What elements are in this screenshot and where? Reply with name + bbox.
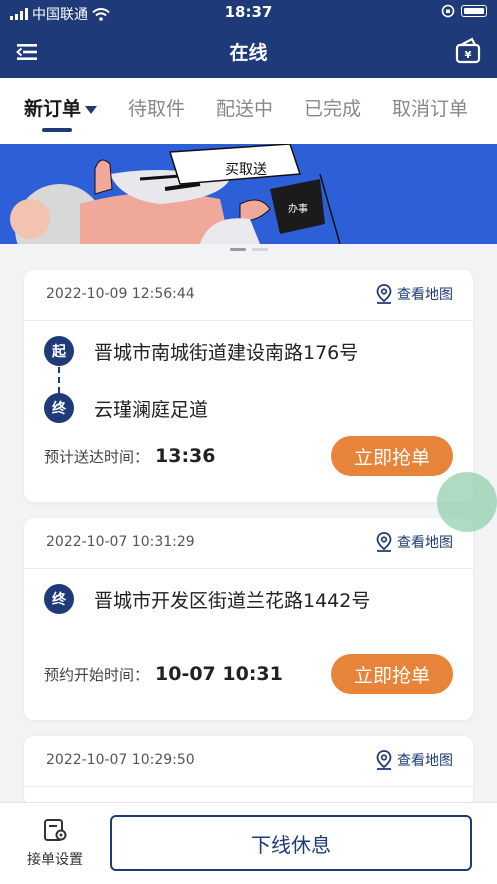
order-card: 2022-10-09 12:56:44 查看地图 起 晋城市南城街道建设南路17… <box>24 270 473 502</box>
bottom-bar: 接单设置 下线休息 <box>0 802 497 884</box>
appointment-time-row: 预约开始时间： 10-07 10:31 <box>44 663 283 685</box>
grab-order-button[interactable]: 立即抢单 <box>331 654 453 694</box>
end-badge: 终 <box>44 584 74 614</box>
status-time: 18:37 <box>224 3 273 21</box>
order-card-header: 2022-10-09 12:56:44 查看地图 <box>24 270 473 321</box>
tab-pending-pickup[interactable]: 待取件 <box>128 94 185 121</box>
order-card: 2022-10-07 10:31:29 查看地图 终 晋城市开发区街道兰花路14… <box>24 518 473 720</box>
settings-icon <box>44 819 67 841</box>
order-card-header: 2022-10-07 10:31:29 查看地图 <box>24 518 473 569</box>
app-header: 中国联通 18:37 在线 ¥ <box>0 0 497 78</box>
order-card-header: 2022-10-07 10:29:50 查看地图 <box>24 736 473 787</box>
tab-completed[interactable]: 已完成 <box>304 94 361 121</box>
wallet-icon[interactable]: ¥ <box>453 36 483 66</box>
order-card: 2022-10-07 10:29:50 查看地图 <box>24 736 473 806</box>
orientation-lock-icon <box>441 4 455 18</box>
delivery-time-row: 预计送达时间： 13:36 <box>44 445 216 467</box>
view-map-link[interactable]: 查看地图 <box>375 284 453 304</box>
map-pin-icon <box>376 750 392 770</box>
navbar: 在线 ¥ <box>0 30 497 74</box>
dropoff-address-row: 终 晋城市开发区街道兰花路1442号 <box>44 584 370 614</box>
grab-order-button[interactable]: 立即抢单 <box>331 436 453 476</box>
view-map-link[interactable]: 查看地图 <box>375 750 453 770</box>
pickup-address: 晋城市南城街道建设南路176号 <box>94 341 359 364</box>
order-settings-label: 接单设置 <box>27 852 83 868</box>
order-settings-button[interactable]: 接单设置 <box>20 817 90 869</box>
banner-flag-text: 办事 <box>288 202 308 215</box>
delivery-time-value: 13:36 <box>155 445 216 467</box>
dropdown-caret-icon <box>85 105 98 114</box>
pager-dot[interactable] <box>229 248 246 251</box>
order-created-time: 2022-10-09 12:56:44 <box>46 286 195 302</box>
pager-dot[interactable] <box>251 248 268 251</box>
touch-indicator <box>437 472 497 532</box>
go-offline-button[interactable]: 下线休息 <box>110 815 472 871</box>
order-created-time: 2022-10-07 10:31:29 <box>46 534 195 550</box>
active-tab-indicator <box>42 128 72 132</box>
appointment-time-value: 10-07 10:31 <box>155 663 283 685</box>
order-created-time: 2022-10-07 10:29:50 <box>46 752 195 768</box>
appointment-time-label: 预约开始时间： <box>44 666 150 684</box>
tab-cancelled[interactable]: 取消订单 <box>392 94 468 121</box>
svg-text:¥: ¥ <box>465 50 472 61</box>
pickup-address-row: 起 晋城市南城街道建设南路176号 <box>44 336 358 366</box>
banner-illustration: 买取送 办事 <box>0 144 497 244</box>
dropoff-address: 晋城市开发区街道兰花路1442号 <box>94 589 371 612</box>
battery-icon <box>461 5 487 17</box>
status-bar: 中国联通 18:37 <box>0 0 497 26</box>
dropoff-address: 云瑾澜庭足道 <box>94 398 209 421</box>
tab-new-orders[interactable]: 新订单 <box>24 94 98 121</box>
map-pin-icon <box>376 532 392 552</box>
route-connector <box>58 367 60 393</box>
banner-sign-text: 买取送 <box>225 162 267 178</box>
order-tabs: 新订单 待取件 配送中 已完成 取消订单 <box>0 78 497 144</box>
banner-pager <box>0 248 497 254</box>
promo-banner[interactable]: 买取送 办事 <box>0 144 497 244</box>
end-badge: 终 <box>44 393 74 423</box>
map-pin-icon <box>376 284 392 304</box>
delivery-time-label: 预计送达时间： <box>44 448 150 466</box>
page-title: 在线 <box>229 42 268 64</box>
dropoff-address-row: 终 云瑾澜庭足道 <box>44 393 208 423</box>
view-map-link[interactable]: 查看地图 <box>375 532 453 552</box>
start-badge: 起 <box>44 336 74 366</box>
tab-delivering[interactable]: 配送中 <box>216 94 273 121</box>
